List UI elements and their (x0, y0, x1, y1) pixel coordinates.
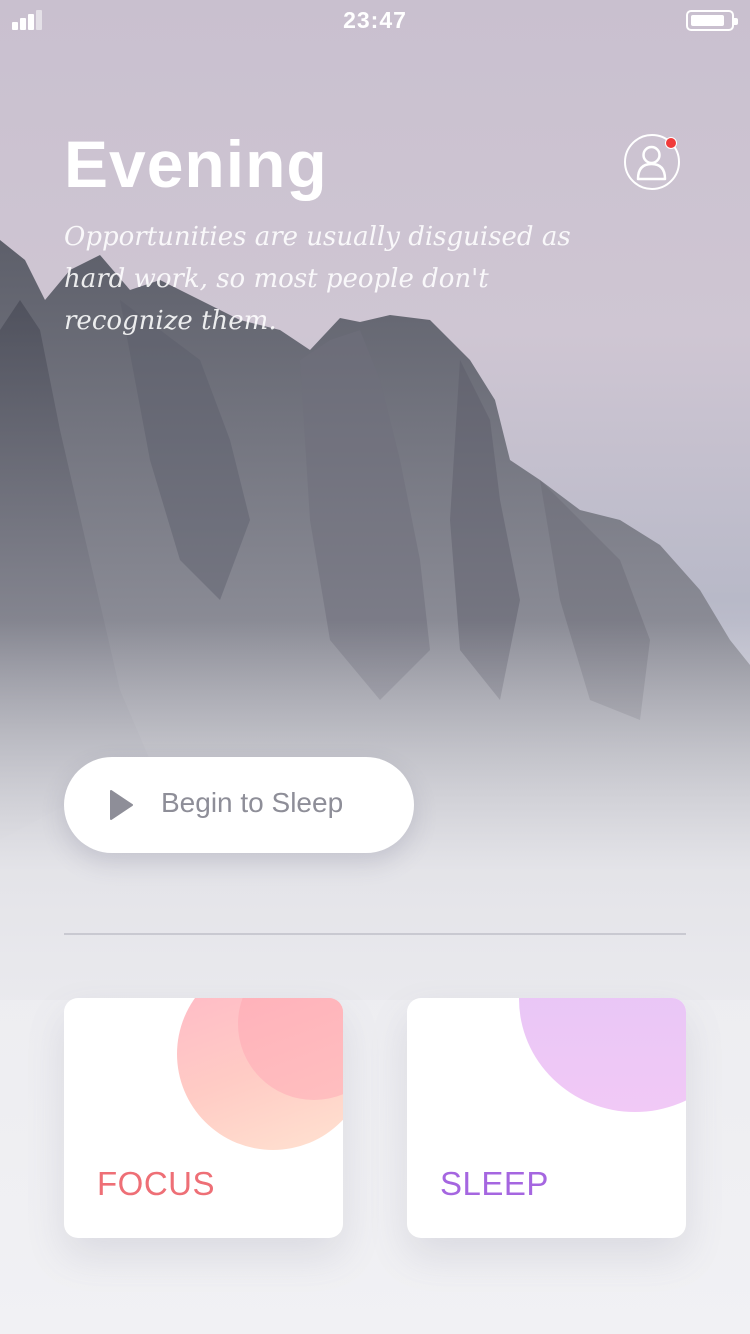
sleep-circle-decor (519, 998, 686, 1112)
sleep-card[interactable]: SLEEP (407, 998, 686, 1238)
profile-button[interactable] (624, 134, 680, 190)
status-bar: 23:47 (0, 0, 750, 40)
play-icon (110, 790, 133, 820)
page-title: Evening (64, 127, 328, 201)
focus-card-label: FOCUS (97, 1165, 215, 1202)
notification-dot (665, 137, 677, 149)
divider (64, 933, 686, 935)
begin-to-sleep-button[interactable]: Begin to Sleep (64, 757, 414, 853)
battery-icon (686, 10, 738, 31)
begin-button-label: Begin to Sleep (161, 787, 344, 818)
focus-card[interactable]: FOCUS (64, 998, 343, 1238)
quote-text: Opportunities are usually disguised as h… (64, 222, 571, 336)
status-time: 23:47 (343, 7, 407, 33)
sleep-card-label: SLEEP (440, 1165, 549, 1202)
